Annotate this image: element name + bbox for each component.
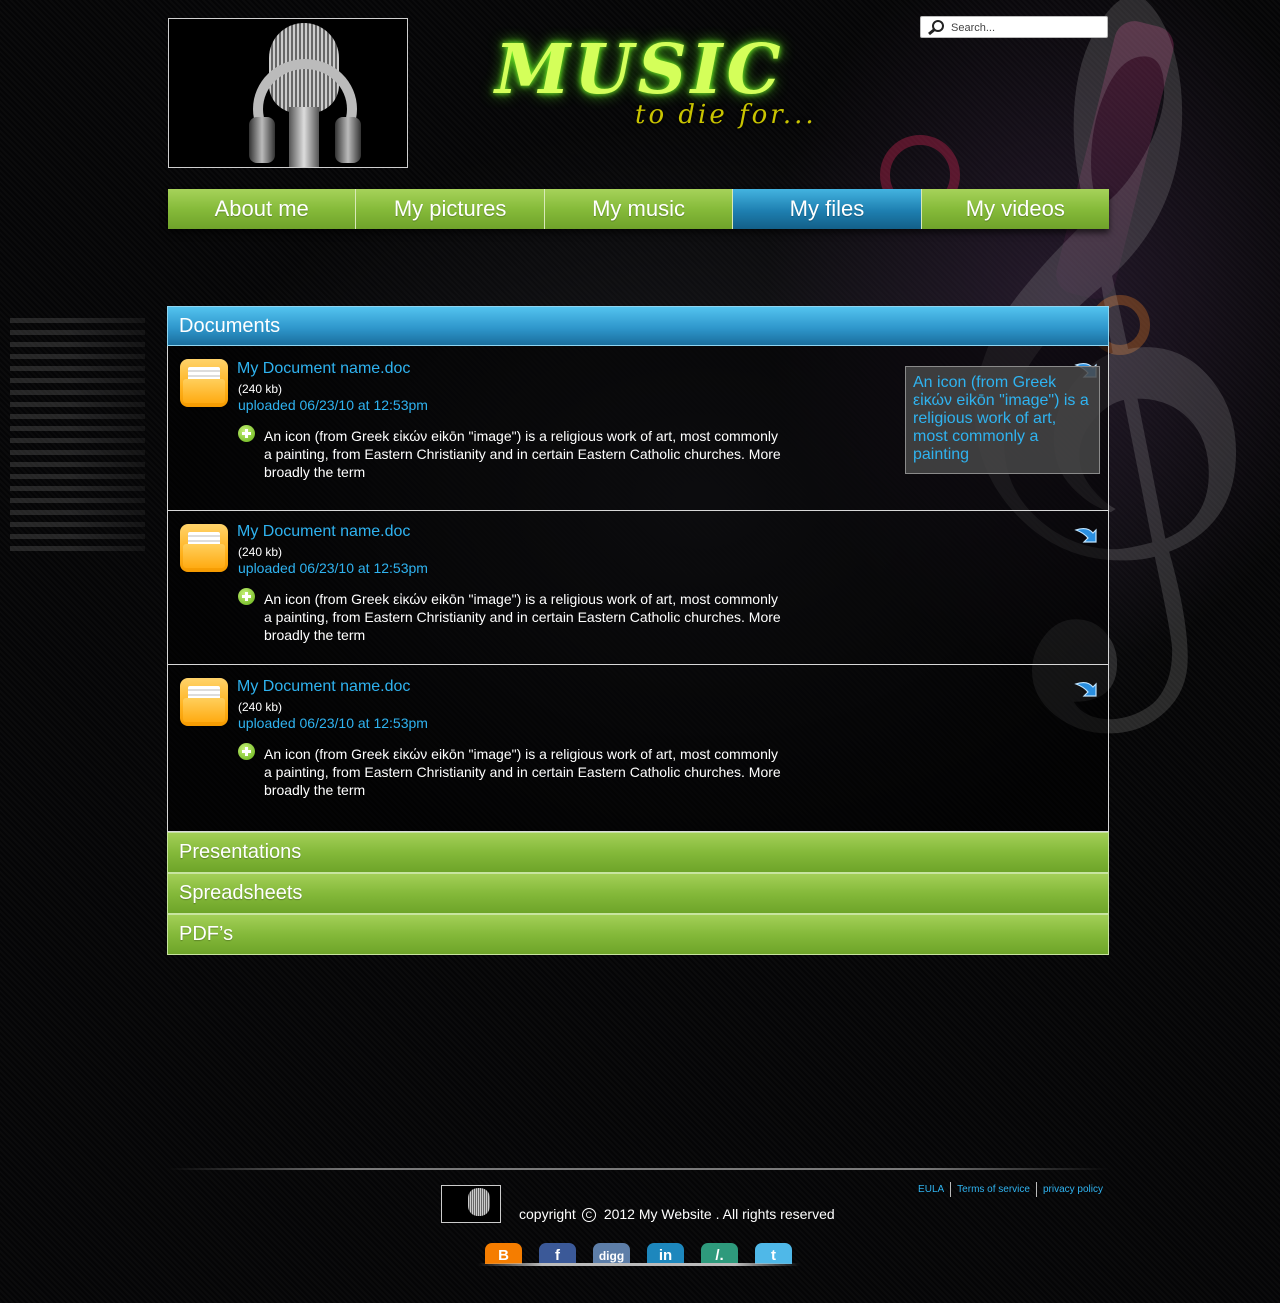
nav-my-music[interactable]: My music xyxy=(544,189,734,229)
document-size: (240 kb) xyxy=(238,545,283,559)
description-tooltip: An icon (from Greek εἰκών eikōn "image")… xyxy=(905,366,1100,474)
nav-my-videos[interactable]: My videos xyxy=(921,189,1110,229)
document-item: My Document name.doc (240 kb) uploaded 0… xyxy=(168,510,1108,664)
site-logo[interactable] xyxy=(168,18,408,168)
terms-of-service-link[interactable]: Terms of service xyxy=(950,1182,1036,1197)
facebook-icon[interactable]: f xyxy=(539,1243,576,1264)
pdfs-section-header[interactable]: PDF’s xyxy=(167,914,1109,955)
document-name-link[interactable]: My Document name.doc xyxy=(237,360,410,378)
spreadsheets-section-header[interactable]: Spreadsheets xyxy=(167,873,1109,914)
eula-link[interactable]: EULA xyxy=(912,1182,950,1197)
linkedin-icon[interactable]: in xyxy=(647,1243,684,1264)
folder-icon[interactable] xyxy=(180,678,228,726)
expand-plus-icon[interactable] xyxy=(238,425,255,442)
footer-divider xyxy=(168,1168,1109,1170)
document-name-link[interactable]: My Document name.doc xyxy=(237,523,410,541)
copyright-notice: copyright C 2012 My Website . All rights r… xyxy=(519,1206,835,1222)
blogger-icon[interactable]: B xyxy=(485,1243,522,1264)
presentations-section-header[interactable]: Presentations xyxy=(167,832,1109,873)
document-description: An icon (from Greek εἰκών eikōn "image")… xyxy=(264,746,781,798)
document-description: An icon (from Greek εἰκών eikōn "image")… xyxy=(264,428,781,480)
twitter-icon[interactable]: t xyxy=(755,1243,792,1264)
document-upload-date: uploaded 06/23/10 at 12:53pm xyxy=(238,397,428,413)
search-icon[interactable] xyxy=(925,18,947,36)
download-arrow-icon[interactable] xyxy=(1073,678,1099,702)
document-item: My Document name.doc (240 kb) uploaded 0… xyxy=(168,346,1108,510)
document-item: My Document name.doc (240 kb) uploaded 0… xyxy=(168,664,1108,831)
copyright-text: 2012 My Website . All rights reserved xyxy=(603,1206,835,1222)
expand-plus-icon[interactable] xyxy=(238,743,255,760)
equalizer-bars-decoration xyxy=(10,318,145,558)
files-panel: Documents My Document name.doc (240 kb) … xyxy=(167,306,1109,955)
microphone-icon xyxy=(468,1188,490,1216)
folder-icon[interactable] xyxy=(180,524,228,572)
brand-subtitle: to die for... xyxy=(635,100,817,130)
social-shelf xyxy=(478,1263,800,1266)
search-input[interactable] xyxy=(951,20,1101,35)
document-size: (240 kb) xyxy=(238,382,283,396)
search-box[interactable] xyxy=(920,16,1108,38)
copyright-prefix: copyright xyxy=(519,1206,576,1222)
nav-my-files[interactable]: My files xyxy=(733,189,922,229)
footer-links: EULA Terms of service privacy policy xyxy=(912,1182,1109,1197)
brand-title: MUSIC xyxy=(495,30,785,110)
main-nav: About me My pictures My music My files M… xyxy=(168,189,1110,229)
document-upload-date: uploaded 06/23/10 at 12:53pm xyxy=(238,715,428,731)
footer-logo[interactable] xyxy=(441,1185,501,1223)
slashdot-icon[interactable]: /. xyxy=(701,1243,738,1264)
expand-plus-icon[interactable] xyxy=(238,588,255,605)
digg-icon[interactable]: digg xyxy=(593,1243,630,1264)
copyright-symbol-icon: C xyxy=(581,1208,596,1222)
folder-icon[interactable] xyxy=(180,359,228,407)
document-list: My Document name.doc (240 kb) uploaded 0… xyxy=(167,346,1109,832)
nav-my-pictures[interactable]: My pictures xyxy=(356,189,545,229)
social-icons: B f digg in /. t xyxy=(485,1243,792,1264)
nav-about-me[interactable]: About me xyxy=(168,189,357,229)
document-name-link[interactable]: My Document name.doc xyxy=(237,678,410,696)
document-size: (240 kb) xyxy=(238,700,283,714)
download-arrow-icon[interactable] xyxy=(1073,524,1099,548)
document-description: An icon (from Greek εἰκών eikōn "image")… xyxy=(264,591,781,643)
document-upload-date: uploaded 06/23/10 at 12:53pm xyxy=(238,560,428,576)
privacy-policy-link[interactable]: privacy policy xyxy=(1035,1182,1109,1197)
brand-wordmark: MUSIC to die for... xyxy=(495,30,825,140)
documents-header[interactable]: Documents xyxy=(167,306,1109,346)
